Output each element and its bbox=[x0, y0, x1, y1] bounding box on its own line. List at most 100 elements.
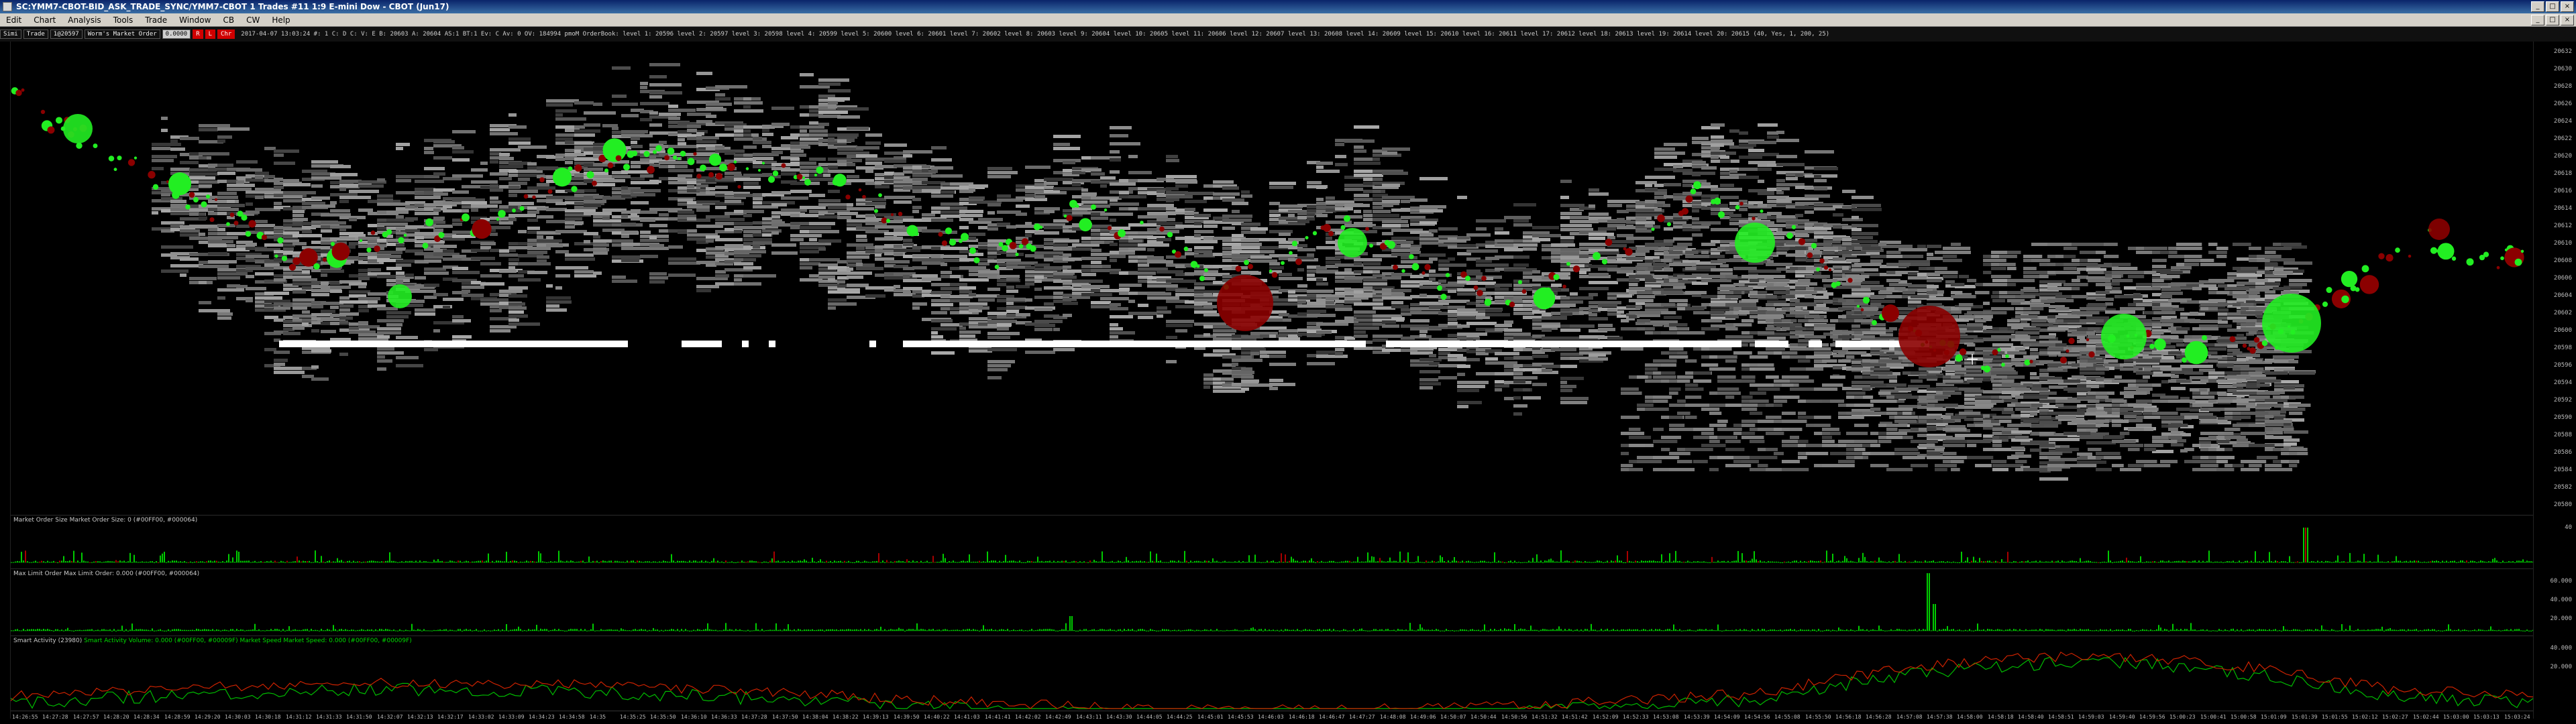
order-book-depth-cell bbox=[2171, 387, 2186, 390]
maximize-button[interactable]: □ bbox=[2546, 1, 2559, 12]
order-book-depth-cell bbox=[518, 278, 541, 282]
order-book-depth-cell bbox=[1711, 204, 1721, 207]
order-book-depth-cell bbox=[1991, 367, 2015, 371]
l-button[interactable]: L bbox=[205, 29, 216, 39]
order-book-depth-cell bbox=[1830, 452, 1849, 455]
order-book-depth-cell bbox=[1902, 255, 1924, 258]
order-book-depth-cell bbox=[2039, 432, 2054, 435]
order-book-depth-cell bbox=[2072, 331, 2087, 335]
study-value-field[interactable]: 0.0000 bbox=[162, 29, 191, 39]
child-minimize-button[interactable]: _ bbox=[2531, 14, 2544, 25]
order-book-depth-cell bbox=[1119, 284, 1142, 287]
order-book-depth-cell bbox=[1081, 257, 1107, 260]
menu-chart[interactable]: Chart bbox=[28, 15, 62, 25]
menu-cw[interactable]: CW bbox=[240, 15, 266, 25]
trade-toggle[interactable]: Trade bbox=[23, 29, 48, 39]
order-book-depth-cell bbox=[1044, 182, 1058, 185]
order-book-depth-cell bbox=[1316, 214, 1328, 217]
order-book-depth-cell bbox=[2096, 452, 2121, 455]
order-book-depth-cell bbox=[828, 166, 838, 169]
order-book-depth-cell bbox=[1185, 208, 1195, 211]
menu-edit[interactable]: Edit bbox=[0, 15, 28, 25]
order-book-depth-cell bbox=[771, 243, 796, 247]
order-book-depth-cell bbox=[508, 190, 538, 193]
order-book-depth-cell bbox=[255, 172, 269, 175]
order-book-depth-cell bbox=[2055, 315, 2080, 318]
chr-button[interactable]: Chr bbox=[217, 29, 235, 39]
order-book-depth-cell bbox=[358, 309, 369, 312]
order-book-depth-cell bbox=[1669, 279, 1678, 282]
order-book-depth-cell bbox=[1269, 355, 1286, 358]
order-book-depth-cell bbox=[659, 141, 667, 144]
order-book-depth-cell bbox=[1147, 284, 1178, 288]
order-book-depth-cell bbox=[1955, 434, 1982, 437]
order-book-depth-cell bbox=[452, 271, 480, 274]
order-book-depth-cell bbox=[2047, 363, 2061, 367]
order-book-depth-cell bbox=[1081, 200, 1108, 204]
order-book-depth-cell bbox=[2112, 424, 2122, 427]
menu-cb[interactable]: CB bbox=[217, 15, 240, 25]
order-book-depth-cell bbox=[1589, 213, 1609, 216]
child-restore-button[interactable]: □ bbox=[2546, 14, 2559, 25]
menu-trade[interactable]: Trade bbox=[139, 15, 173, 25]
order-book-depth-cell bbox=[1335, 155, 1346, 158]
order-book-depth-cell bbox=[1725, 327, 1738, 330]
sim-mode-toggle[interactable]: Simi bbox=[0, 29, 21, 39]
order-book-depth-cell bbox=[1814, 247, 1839, 250]
order-book-depth-cell bbox=[584, 123, 600, 127]
order-book-depth-cell bbox=[1034, 324, 1055, 327]
r-button[interactable]: R bbox=[193, 29, 203, 39]
order-qty-price[interactable]: 1@20597 bbox=[50, 29, 83, 39]
order-book-depth-cell bbox=[217, 296, 225, 300]
order-book-depth-cell bbox=[762, 233, 771, 237]
order-book-depth-cell bbox=[1951, 468, 1960, 471]
order-book-depth-cell bbox=[217, 196, 238, 199]
order-book-depth-cell bbox=[1232, 234, 1244, 237]
order-book-depth-cell bbox=[1720, 160, 1731, 163]
order-book-depth-cell bbox=[2002, 411, 2015, 414]
order-book-depth-cell bbox=[1766, 263, 1793, 266]
order-book-depth-cell bbox=[1128, 300, 1135, 303]
order-book-depth-cell bbox=[1570, 216, 1589, 219]
close-button[interactable]: × bbox=[2561, 1, 2574, 12]
order-book-depth-cell bbox=[1091, 293, 1111, 296]
order-book-depth-cell bbox=[931, 319, 953, 322]
order-book-depth-cell bbox=[2104, 255, 2119, 258]
price-chart-region[interactable] bbox=[11, 42, 2533, 515]
order-book-depth-cell bbox=[2104, 363, 2121, 367]
order-book-depth-cell bbox=[1363, 210, 1372, 213]
study-name[interactable]: Worm's Market Order bbox=[84, 29, 160, 39]
order-book-depth-cell bbox=[1025, 222, 1032, 225]
order-book-depth-cell bbox=[264, 308, 273, 311]
order-book-depth-cell bbox=[565, 253, 594, 257]
order-book-depth-cell bbox=[499, 157, 514, 160]
order-book-depth-cell bbox=[1790, 247, 1807, 250]
child-close-button[interactable]: × bbox=[2561, 14, 2574, 25]
order-book-depth-cell bbox=[2007, 291, 2024, 294]
order-book-depth-cell bbox=[1269, 335, 1276, 338]
order-book-depth-cell bbox=[2047, 271, 2057, 274]
menu-analysis[interactable]: Analysis bbox=[62, 15, 107, 25]
order-book-depth-cell bbox=[1814, 179, 1827, 182]
order-book-depth-cell bbox=[1911, 263, 1931, 266]
order-book-depth-cell bbox=[865, 141, 881, 145]
order-book-depth-cell bbox=[1766, 432, 1784, 435]
order-book-depth-cell bbox=[1213, 196, 1220, 200]
order-book-depth-cell bbox=[612, 103, 638, 106]
order-book-depth-cell bbox=[1579, 243, 1607, 246]
order-book-depth-cell bbox=[1326, 237, 1332, 240]
menu-tools[interactable]: Tools bbox=[107, 15, 140, 25]
order-book-depth-cell bbox=[1798, 339, 1811, 343]
order-book-depth-cell bbox=[490, 196, 498, 200]
menu-help[interactable]: Help bbox=[266, 15, 296, 25]
order-book-depth-cell bbox=[452, 190, 469, 194]
order-book-depth-cell bbox=[1645, 188, 1658, 191]
menu-window[interactable]: Window bbox=[173, 15, 217, 25]
order-book-depth-cell bbox=[2023, 287, 2035, 290]
order-book-depth-cell bbox=[1637, 319, 1651, 322]
order-book-depth-cell bbox=[415, 308, 435, 312]
order-book-depth-cell bbox=[264, 292, 289, 295]
minimize-button[interactable]: _ bbox=[2531, 1, 2544, 12]
order-book-depth-cell bbox=[969, 293, 976, 296]
order-book-depth-cell bbox=[1911, 456, 1925, 459]
